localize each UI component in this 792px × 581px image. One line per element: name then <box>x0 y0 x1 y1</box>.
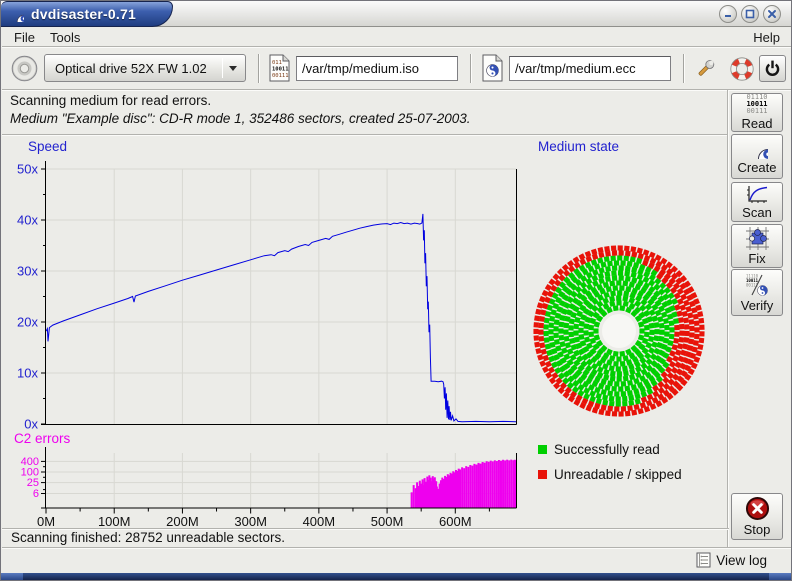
svg-text:100: 100 <box>21 466 39 478</box>
info-primary-text: Scanning medium for read errors. <box>10 93 211 108</box>
app-window: dvdisaster-0.71 File Tools Help Optical … <box>0 0 792 581</box>
info-secondary-text: Medium "Example disc": CD-R mode 1, 3524… <box>10 111 471 126</box>
svg-text:400M: 400M <box>303 514 336 528</box>
close-icon <box>767 9 777 19</box>
svg-text:40x: 40x <box>17 213 38 228</box>
window-corner-right[interactable] <box>769 573 791 580</box>
verify-compare-icon: 11110 10011 00111 <box>745 273 769 297</box>
medium-state-disc <box>529 241 709 421</box>
window-title: dvdisaster-0.71 <box>31 6 136 23</box>
yin-yang-icon <box>747 138 768 159</box>
green-swatch-icon <box>538 445 547 454</box>
svg-text:0x: 0x <box>24 417 38 432</box>
help-lifebelt-icon[interactable] <box>729 56 755 82</box>
svg-text:200M: 200M <box>166 514 199 528</box>
create-button-label: Create <box>737 160 776 175</box>
svg-text:600M: 600M <box>439 514 472 528</box>
svg-text:30x: 30x <box>17 264 38 279</box>
stop-button-label: Stop <box>744 522 771 537</box>
ecc-file-input[interactable] <box>509 56 671 81</box>
svg-text:6: 6 <box>33 488 39 500</box>
combo-separator <box>222 58 223 78</box>
svg-text:011: 011 <box>272 60 282 66</box>
fix-button[interactable]: Fix <box>731 224 783 268</box>
legend-label: Unreadable / skipped <box>554 467 682 482</box>
svg-text:100M: 100M <box>98 514 131 528</box>
power-icon <box>760 56 785 81</box>
optical-disc-icon <box>11 55 38 82</box>
legend-item-unreadable: Unreadable / skipped <box>538 467 682 482</box>
verify-button-label: Verify <box>741 298 774 313</box>
svg-text:25: 25 <box>27 477 39 489</box>
preferences-wrench-icon[interactable] <box>693 56 718 81</box>
titlebar-tab: dvdisaster-0.71 <box>1 1 173 27</box>
fix-button-label: Fix <box>748 251 765 266</box>
svg-text:00111: 00111 <box>272 73 289 79</box>
window-frame-bottom <box>1 573 791 580</box>
chevron-down-icon <box>229 66 237 71</box>
scan-charts: 0x 10x 20x 30x 40x 50x 625100400 0M 100M 200M 300M… <box>1 136 531 528</box>
red-swatch-icon <box>538 470 547 479</box>
scan-button-label: Scan <box>742 205 772 220</box>
svg-text:300M: 300M <box>234 514 267 528</box>
view-log-label: View log <box>716 553 767 568</box>
menubar: File Tools Help <box>2 28 792 47</box>
scan-curve-icon <box>745 185 769 204</box>
scan-button[interactable]: Scan <box>731 182 783 222</box>
menu-file[interactable]: File <box>8 28 41 47</box>
svg-text:10x: 10x <box>17 366 38 381</box>
toolbar-separator <box>470 54 472 83</box>
menu-help[interactable]: Help <box>747 28 786 47</box>
drive-selector-value: Optical drive 52X FW 1.02 <box>45 61 222 76</box>
window-corner-left[interactable] <box>1 573 23 580</box>
menu-tools[interactable]: Tools <box>44 28 86 47</box>
stop-icon <box>745 496 770 521</box>
puzzle-piece-icon <box>746 227 769 250</box>
toolbar: Optical drive 52X FW 1.02 011 10011 0011… <box>2 48 792 89</box>
svg-text:0M: 0M <box>37 514 55 528</box>
medium-state-title: Medium state <box>538 139 619 154</box>
drive-selector[interactable]: Optical drive 52X FW 1.02 <box>44 54 246 82</box>
svg-text:400: 400 <box>21 456 39 468</box>
legend-label: Successfully read <box>554 442 660 457</box>
maximize-icon <box>745 9 755 19</box>
legend-item-read: Successfully read <box>538 442 660 457</box>
ecc-file-icon <box>481 54 504 82</box>
create-button[interactable]: Create <box>731 134 783 179</box>
separator <box>2 89 792 91</box>
toolbar-separator <box>683 54 685 83</box>
view-log-button[interactable]: View log <box>696 552 767 568</box>
svg-text:20x: 20x <box>17 315 38 330</box>
app-yin-yang-icon <box>9 7 24 22</box>
maximize-button[interactable] <box>741 5 759 23</box>
svg-text:500M: 500M <box>371 514 404 528</box>
toolbar-separator <box>258 54 260 83</box>
iso-file-input[interactable] <box>296 56 458 81</box>
iso-image-file-icon: 011 10011 00111 <box>268 54 291 82</box>
svg-text:10011: 10011 <box>272 67 289 73</box>
stop-button[interactable]: Stop <box>731 493 783 540</box>
log-list-icon <box>696 552 711 568</box>
svg-text:50x: 50x <box>17 162 38 177</box>
separator <box>727 90 729 547</box>
minimize-button[interactable] <box>719 5 737 23</box>
read-button[interactable]: 011101001100111 Read <box>731 93 783 132</box>
quit-button[interactable] <box>759 55 786 82</box>
titlebar[interactable]: dvdisaster-0.71 <box>1 1 791 27</box>
binary-read-icon: 011101001100111 <box>746 94 767 115</box>
minimize-icon <box>723 9 733 19</box>
status-text: Scanning finished: 28752 unreadable sect… <box>11 530 285 545</box>
verify-button[interactable]: 11110 10011 00111 Verify <box>731 269 783 316</box>
separator <box>2 547 792 549</box>
read-button-label: Read <box>741 116 772 131</box>
close-button[interactable] <box>763 5 781 23</box>
